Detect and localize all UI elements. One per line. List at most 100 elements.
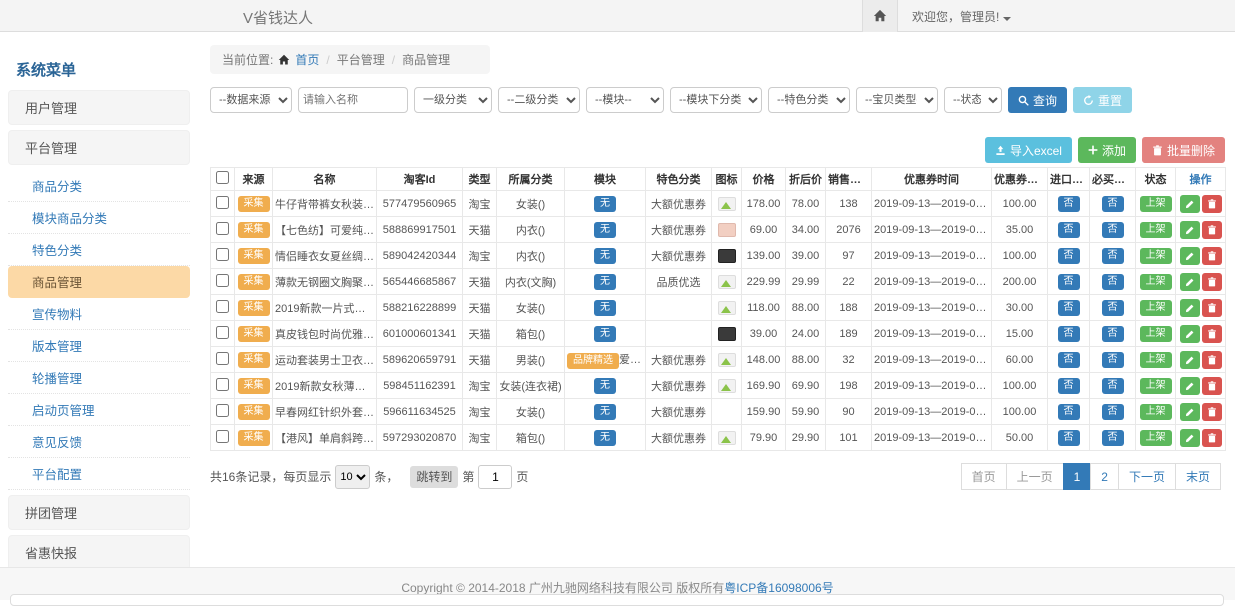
delete-button[interactable]: [1202, 377, 1222, 395]
must-buy-flag-badge[interactable]: 否: [1102, 352, 1124, 368]
row-checkbox[interactable]: [216, 352, 229, 365]
import-flag-badge[interactable]: 否: [1058, 222, 1080, 238]
status-badge[interactable]: 上架: [1140, 352, 1172, 368]
edit-button[interactable]: [1180, 273, 1200, 291]
module-none-badge[interactable]: 无: [594, 378, 616, 394]
must-buy-flag-badge[interactable]: 否: [1102, 404, 1124, 420]
import-flag-badge[interactable]: 否: [1058, 404, 1080, 420]
page-number-input[interactable]: [478, 465, 512, 489]
status-badge[interactable]: 上架: [1140, 430, 1172, 446]
sidebar-item-拼团管理[interactable]: 拼团管理: [8, 495, 190, 530]
sidebar-subitem-轮播管理[interactable]: 轮播管理: [8, 362, 190, 394]
icp-link[interactable]: 粤ICP备16098006号: [724, 581, 833, 595]
edit-button[interactable]: [1180, 325, 1200, 343]
filter-select-特色分类[interactable]: --特色分类--: [768, 87, 850, 113]
status-badge[interactable]: 上架: [1140, 222, 1172, 238]
sidebar-subitem-启动页管理[interactable]: 启动页管理: [8, 394, 190, 426]
delete-button[interactable]: [1202, 221, 1222, 239]
must-buy-flag-badge[interactable]: 否: [1102, 274, 1124, 290]
sidebar-item-用户管理[interactable]: 用户管理: [8, 90, 190, 125]
must-buy-flag-badge[interactable]: 否: [1102, 196, 1124, 212]
pager-上一页[interactable]: 上一页: [1006, 463, 1064, 490]
filter-select-状态[interactable]: --状态--: [944, 87, 1002, 113]
edit-button[interactable]: [1180, 429, 1200, 447]
module-none-badge[interactable]: 无: [594, 274, 616, 290]
must-buy-flag-badge[interactable]: 否: [1102, 222, 1124, 238]
filter-select-宝贝类型[interactable]: --宝贝类型--: [856, 87, 938, 113]
row-checkbox[interactable]: [216, 430, 229, 443]
edit-button[interactable]: [1180, 351, 1200, 369]
sidebar-subitem-模块商品分类[interactable]: 模块商品分类: [8, 202, 190, 234]
import-flag-badge[interactable]: 否: [1058, 430, 1080, 446]
pager-2[interactable]: 2: [1090, 463, 1119, 490]
status-badge[interactable]: 上架: [1140, 274, 1172, 290]
jump-button[interactable]: 跳转到: [410, 466, 458, 488]
edit-button[interactable]: [1180, 403, 1200, 421]
sidebar-subitem-特色分类[interactable]: 特色分类: [8, 234, 190, 266]
row-checkbox[interactable]: [216, 404, 229, 417]
delete-button[interactable]: [1202, 429, 1222, 447]
pager-首页[interactable]: 首页: [961, 463, 1007, 490]
import-flag-badge[interactable]: 否: [1058, 352, 1080, 368]
status-badge[interactable]: 上架: [1140, 196, 1172, 212]
module-none-badge[interactable]: 无: [594, 222, 616, 238]
filter-select-模块[interactable]: --模块--: [586, 87, 664, 113]
sidebar-item-省惠快报[interactable]: 省惠快报: [8, 535, 190, 567]
must-buy-flag-badge[interactable]: 否: [1102, 300, 1124, 316]
edit-button[interactable]: [1180, 195, 1200, 213]
edit-button[interactable]: [1180, 377, 1200, 395]
edit-button[interactable]: [1180, 247, 1200, 265]
status-badge[interactable]: 上架: [1140, 378, 1172, 394]
filter-select-模块下分类[interactable]: --模块下分类--: [670, 87, 762, 113]
edit-button[interactable]: [1180, 221, 1200, 239]
delete-button[interactable]: [1202, 299, 1222, 317]
pager-末页[interactable]: 末页: [1175, 463, 1221, 490]
row-checkbox[interactable]: [216, 378, 229, 391]
delete-button[interactable]: [1202, 403, 1222, 421]
filter-select-一级分类[interactable]: 一级分类: [414, 87, 492, 113]
status-badge[interactable]: 上架: [1140, 404, 1172, 420]
filter-select-数据来源[interactable]: --数据来源--: [210, 87, 292, 113]
sidebar-subitem-意见反馈[interactable]: 意见反馈: [8, 426, 190, 458]
must-buy-flag-badge[interactable]: 否: [1102, 326, 1124, 342]
import-flag-badge[interactable]: 否: [1058, 300, 1080, 316]
must-buy-flag-badge[interactable]: 否: [1102, 430, 1124, 446]
delete-button[interactable]: [1202, 325, 1222, 343]
module-none-badge[interactable]: 无: [594, 300, 616, 316]
import-flag-badge[interactable]: 否: [1058, 378, 1080, 394]
delete-button[interactable]: [1202, 247, 1222, 265]
name-search-input[interactable]: [298, 87, 408, 113]
module-none-badge[interactable]: 无: [594, 196, 616, 212]
sidebar-subitem-平台配置[interactable]: 平台配置: [8, 458, 190, 490]
reset-button[interactable]: 重置: [1073, 87, 1132, 113]
row-checkbox[interactable]: [216, 196, 229, 209]
edit-button[interactable]: [1180, 299, 1200, 317]
pager-1[interactable]: 1: [1063, 463, 1092, 490]
row-checkbox[interactable]: [216, 326, 229, 339]
search-button[interactable]: 查询: [1008, 87, 1067, 113]
user-menu[interactable]: 欢迎您，管理员!: [912, 8, 1011, 25]
row-checkbox[interactable]: [216, 274, 229, 287]
import-flag-badge[interactable]: 否: [1058, 326, 1080, 342]
breadcrumb-home-link[interactable]: 首页: [295, 51, 319, 68]
status-badge[interactable]: 上架: [1140, 326, 1172, 342]
delete-button[interactable]: [1202, 351, 1222, 369]
status-badge[interactable]: 上架: [1140, 300, 1172, 316]
bulk-delete-button[interactable]: 批量删除: [1142, 137, 1225, 163]
sidebar-subitem-商品分类[interactable]: 商品分类: [8, 170, 190, 202]
sidebar-subitem-宣传物料[interactable]: 宣传物料: [8, 298, 190, 330]
sidebar-subitem-版本管理[interactable]: 版本管理: [8, 330, 190, 362]
home-button[interactable]: [862, 0, 898, 32]
row-checkbox[interactable]: [216, 222, 229, 235]
module-none-badge[interactable]: 无: [594, 326, 616, 342]
module-none-badge[interactable]: 无: [594, 248, 616, 264]
import-flag-badge[interactable]: 否: [1058, 248, 1080, 264]
sidebar-subitem-商品管理[interactable]: 商品管理: [8, 266, 190, 298]
row-checkbox[interactable]: [216, 300, 229, 313]
filter-select-二级分类[interactable]: --二级分类--: [498, 87, 580, 113]
status-badge[interactable]: 上架: [1140, 248, 1172, 264]
row-checkbox[interactable]: [216, 248, 229, 261]
must-buy-flag-badge[interactable]: 否: [1102, 378, 1124, 394]
pager-下一页[interactable]: 下一页: [1118, 463, 1176, 490]
delete-button[interactable]: [1202, 195, 1222, 213]
